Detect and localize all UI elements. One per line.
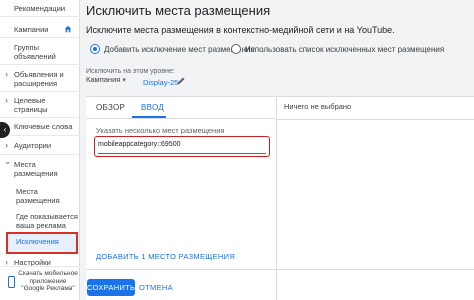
sidebar-divider xyxy=(0,64,80,65)
page-title: Исключить места размещения xyxy=(86,3,271,18)
sidebar-divider xyxy=(0,154,80,155)
level-type-select[interactable]: Кампания xyxy=(86,75,126,84)
sidebar-subitem-exclusions[interactable]: Исключения xyxy=(6,232,78,254)
sidebar-divider xyxy=(0,135,80,136)
phone-icon xyxy=(8,276,15,288)
placement-panel: ОБЗОР ВВОД Ничего не выбрано Указать нес… xyxy=(86,96,474,300)
save-button[interactable]: СОХРАНИТЬ xyxy=(87,279,135,296)
radio-use-list-label[interactable]: Использовать список исключенных мест раз… xyxy=(245,45,444,54)
sidebar-item-ads-extensions[interactable]: Объявления и расширения xyxy=(0,70,80,88)
radio-use-list[interactable] xyxy=(231,44,241,54)
placements-input[interactable]: mobileappcategory::69500 xyxy=(94,136,270,157)
sidebar-item-keywords[interactable]: Ключевые слова xyxy=(0,122,80,131)
sidebar-item-audiences[interactable]: Аудитории xyxy=(0,141,80,150)
sidebar-item-ad-groups[interactable]: Группы объявлений xyxy=(0,43,80,61)
sidebar-subitem-placements[interactable]: Места размещения xyxy=(0,187,80,205)
field-label: Указать несколько мест размещения xyxy=(96,126,225,135)
sidebar-item-recommendations[interactable]: Рекомендации xyxy=(0,4,80,13)
sidebar-divider xyxy=(0,16,80,17)
sidebar-divider xyxy=(0,37,80,38)
add-placement-button[interactable]: ДОБАВИТЬ 1 МЕСТО РАЗМЕЩЕНИЯ xyxy=(96,252,235,261)
cancel-button[interactable]: ОТМЕНА xyxy=(139,279,173,296)
sidebar-item-placements[interactable]: Места размещения xyxy=(0,157,80,178)
tab-overview[interactable]: ОБЗОР xyxy=(96,103,125,112)
sidebar: Рекомендации Кампании Группы объявлений … xyxy=(0,0,80,300)
sidebar-divider xyxy=(0,117,80,118)
placements-input-value[interactable]: mobileappcategory::69500 xyxy=(98,141,181,148)
selection-status: Ничего не выбрано xyxy=(284,102,352,111)
sidebar-subitem-where-ads-showed[interactable]: Где показывается ваша реклама xyxy=(0,212,80,230)
app-promo-text: Скачать мобильное приложение "Google Рек… xyxy=(18,270,78,292)
sidebar-item-landing-pages[interactable]: Целевые страницы xyxy=(0,96,80,114)
input-focus-underline xyxy=(98,152,266,154)
sidebar-divider xyxy=(0,266,80,267)
active-tab-indicator xyxy=(132,116,166,118)
home-icon[interactable] xyxy=(64,25,72,33)
page-subtitle: Исключите места размещения в контекстно-… xyxy=(86,25,395,35)
panel-divider xyxy=(277,119,474,120)
radio-add-exclusion[interactable] xyxy=(90,44,100,54)
panel-divider xyxy=(86,269,474,270)
tab-bar: ОБЗОР ВВОД xyxy=(86,97,276,119)
level-label: Исключить на этом уровне: xyxy=(86,68,175,75)
tab-input[interactable]: ВВОД xyxy=(141,103,164,112)
level-name-link[interactable]: Display-25 xyxy=(143,78,178,87)
sidebar-divider xyxy=(0,91,80,92)
pencil-icon[interactable] xyxy=(176,76,186,86)
app-promo[interactable]: Скачать мобильное приложение "Google Рек… xyxy=(0,268,80,300)
